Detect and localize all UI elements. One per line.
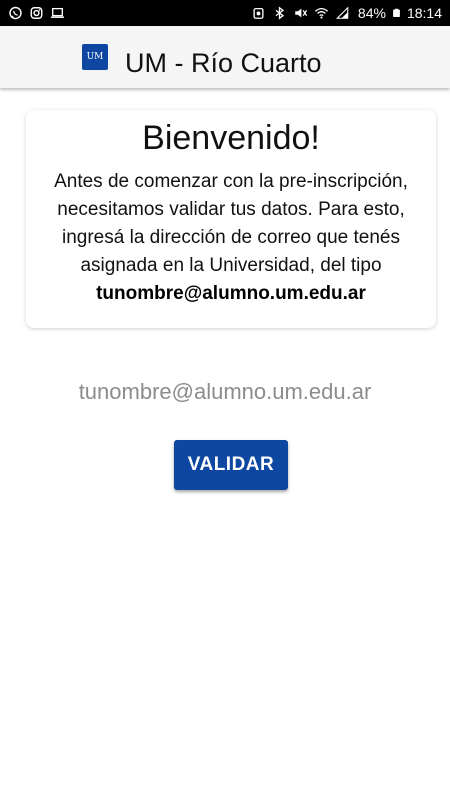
welcome-card: Bienvenido! Antes de comenzar con la pre… — [26, 110, 436, 328]
welcome-example-email: tunombre@alumno.um.edu.ar — [96, 283, 366, 304]
email-input[interactable] — [40, 374, 410, 410]
status-right: 84% 18:14 — [251, 5, 442, 21]
app-title: UM - Río Cuarto — [125, 48, 322, 78]
wifi-icon — [314, 7, 328, 19]
laptop-icon — [50, 7, 65, 18]
signal-icon — [335, 6, 349, 19]
battery-icon — [393, 8, 400, 17]
validate-button[interactable]: VALIDAR — [174, 440, 288, 490]
status-bar: 84% 18:14 — [0, 0, 450, 26]
app-bar: UM UM - Río Cuarto — [0, 26, 450, 88]
whatsapp-icon — [9, 6, 22, 20]
battery-percent: 84% — [357, 5, 386, 21]
welcome-title: Bienvenido! — [142, 119, 320, 157]
app-logo-text: UM — [86, 52, 104, 62]
instagram-icon — [30, 7, 43, 19]
status-left — [8, 6, 65, 20]
alarm-icon — [253, 7, 264, 19]
mute-icon — [295, 8, 308, 18]
welcome-body: Antes de comenzar con la pre-inscripción… — [26, 168, 436, 308]
app-logo: UM — [82, 44, 108, 70]
welcome-body-text: Antes de comenzar con la pre-inscripción… — [54, 171, 408, 276]
status-time: 18:14 — [406, 5, 442, 21]
bluetooth-icon — [275, 6, 285, 20]
